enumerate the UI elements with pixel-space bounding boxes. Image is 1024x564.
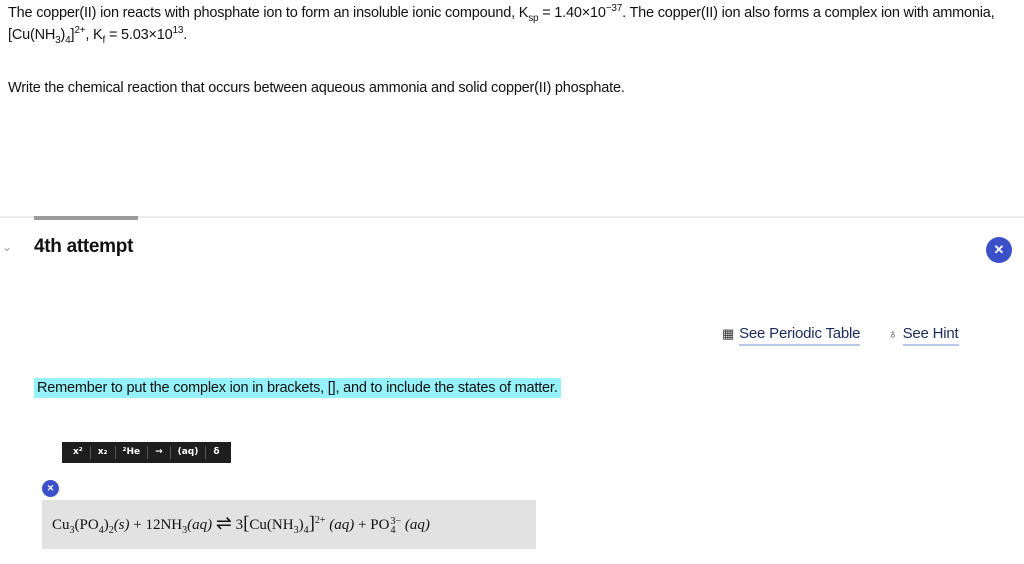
close-icon[interactable]: ✕ xyxy=(986,237,1012,263)
divider-accent xyxy=(34,216,138,220)
question-text: The copper(II) ion reacts with phosphate… xyxy=(8,3,995,46)
state-button[interactable]: (aq) xyxy=(171,446,207,459)
equation-toolbar: x² x₂ ²He → (aq) δ xyxy=(62,442,231,463)
element-button[interactable]: ²He xyxy=(116,446,149,459)
section-divider xyxy=(0,216,1024,218)
periodic-table-icon: ▦ xyxy=(722,326,735,341)
subscript-button[interactable]: x₂ xyxy=(91,446,116,459)
superscript-button[interactable]: x² xyxy=(66,446,91,459)
periodic-table-link[interactable]: ▦ See Periodic Table xyxy=(722,325,861,346)
hint-banner: Remember to put the complex ion in brack… xyxy=(34,378,561,398)
hint-link[interactable]: ♁ See Hint xyxy=(888,325,959,346)
chevron-down-icon[interactable]: ⌄ xyxy=(2,240,12,254)
attempt-title: 4th attempt xyxy=(34,236,134,257)
lightbulb-icon: ♁ xyxy=(888,326,898,341)
clear-answer-icon[interactable]: ✕ xyxy=(42,480,59,497)
answer-equation: Cu3(PO4)2(s) + 12NH3(aq) ⇌ 3[Cu(NH3)4]2+… xyxy=(52,513,430,536)
arrow-button[interactable]: → xyxy=(148,446,171,459)
delta-button[interactable]: δ xyxy=(206,446,226,459)
equilibrium-arrow: ⇌ xyxy=(215,513,232,534)
question-prompt: Write the chemical reaction that occurs … xyxy=(8,80,625,96)
